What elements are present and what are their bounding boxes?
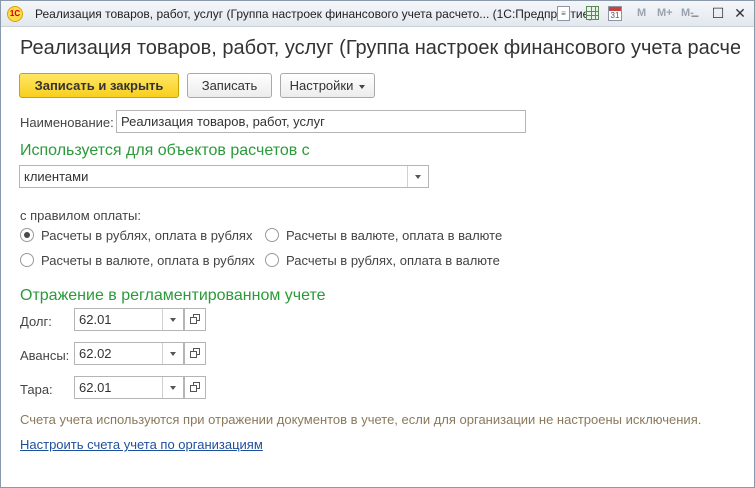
chevron-down-icon xyxy=(415,175,421,179)
maximize-button[interactable]: ☐ xyxy=(708,4,728,22)
memory-m-button[interactable]: M xyxy=(637,7,646,19)
tare-account-value: 62.01 xyxy=(79,380,112,395)
chevron-down-icon xyxy=(170,318,176,322)
radio-rub-cur[interactable] xyxy=(265,253,279,267)
radio-cur-cur[interactable] xyxy=(265,228,279,242)
radio-cur-rub[interactable] xyxy=(20,253,34,267)
save-and-close-button[interactable]: Записать и закрыть xyxy=(19,73,179,98)
dropdown-button[interactable] xyxy=(407,166,428,187)
window-title: Реализация товаров, работ, услуг (Группа… xyxy=(35,7,594,21)
page-title: Реализация товаров, работ, услуг (Группа… xyxy=(20,37,740,59)
memory-plus-button[interactable]: M+ xyxy=(657,7,673,19)
dropdown-button[interactable] xyxy=(162,343,183,364)
used-for-group-title: Используется для объектов расчетов с xyxy=(20,142,310,159)
close-button[interactable]: ✕ xyxy=(730,4,750,22)
advances-account-value: 62.02 xyxy=(79,346,112,361)
app-logo-icon: 1С xyxy=(7,6,23,22)
open-debt-account-button[interactable] xyxy=(184,308,206,331)
debt-label: Долг: xyxy=(20,314,52,329)
title-bar: 1С Реализация товаров, работ, услуг (Гру… xyxy=(1,1,754,27)
minimize-glyph: _ xyxy=(691,3,699,17)
accounting-group-title: Отражение в регламентированном учете xyxy=(20,287,326,304)
accounts-hint: Счета учета используются при отражении д… xyxy=(20,412,702,427)
chevron-down-icon xyxy=(170,352,176,356)
configure-accounts-link[interactable]: Настроить счета учета по организациям xyxy=(20,437,263,452)
calendar-icon[interactable]: 31 xyxy=(608,6,622,21)
dropdown-button[interactable] xyxy=(162,309,183,330)
name-field[interactable]: Реализация товаров, работ, услуг xyxy=(116,110,526,133)
tare-label: Тара: xyxy=(20,382,53,397)
settings-label: Настройки xyxy=(289,78,354,93)
tare-account-field[interactable]: 62.01 xyxy=(74,376,184,399)
radio-rub-cur-label[interactable]: Расчеты в рублях, оплата в валюте xyxy=(286,253,500,268)
chevron-down-icon xyxy=(359,84,366,89)
spreadsheet-icon[interactable] xyxy=(586,6,599,20)
radio-rub-rub-label[interactable]: Расчеты в рублях, оплата в рублях xyxy=(41,228,252,243)
document-icon[interactable]: ≡ xyxy=(557,6,570,21)
name-label: Наименование: xyxy=(20,115,114,130)
minimize-button[interactable]: _ xyxy=(685,3,705,22)
chevron-down-icon xyxy=(170,386,176,390)
form-window: 1С Реализация товаров, работ, услуг (Гру… xyxy=(0,0,755,488)
debt-account-value: 62.01 xyxy=(79,312,112,327)
radio-rub-rub[interactable] xyxy=(20,228,34,242)
payment-rule-label: с правилом оплаты: xyxy=(20,208,141,223)
counterparty-select[interactable]: клиентами xyxy=(19,165,429,188)
settings-button[interactable]: Настройки xyxy=(280,73,375,98)
open-tare-account-button[interactable] xyxy=(184,376,206,399)
save-button[interactable]: Записать xyxy=(187,73,272,98)
debt-account-field[interactable]: 62.01 xyxy=(74,308,184,331)
radio-cur-cur-label[interactable]: Расчеты в валюте, оплата в валюте xyxy=(286,228,502,243)
open-advances-account-button[interactable] xyxy=(184,342,206,365)
radio-cur-rub-label[interactable]: Расчеты в валюте, оплата в рублях xyxy=(41,253,255,268)
advances-account-field[interactable]: 62.02 xyxy=(74,342,184,365)
dropdown-button[interactable] xyxy=(162,377,183,398)
advances-label: Авансы: xyxy=(20,348,70,363)
counterparty-value: клиентами xyxy=(24,169,89,184)
